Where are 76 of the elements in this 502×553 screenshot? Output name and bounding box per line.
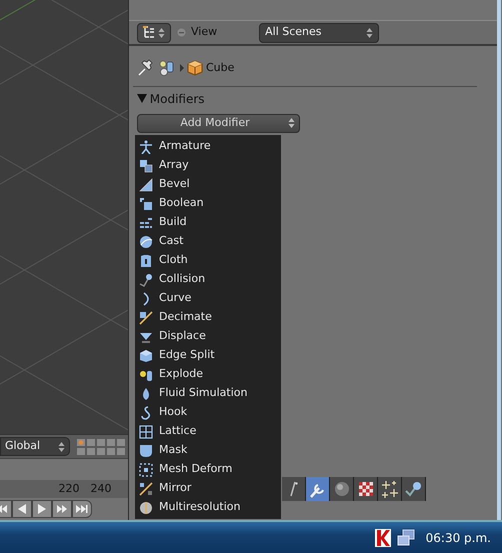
- network-icon[interactable]: [396, 528, 415, 546]
- updown-arrows-icon: [58, 440, 65, 452]
- properties-tab[interactable]: [354, 477, 378, 501]
- menu-item[interactable]: Array: [135, 156, 281, 175]
- pin-icon[interactable]: [137, 59, 155, 77]
- properties-tab[interactable]: [306, 477, 330, 501]
- menu-item[interactable]: Explode: [135, 365, 281, 384]
- bricks-icon: [139, 216, 153, 230]
- pen-icon: [290, 481, 298, 497]
- menu-item[interactable]: Build: [135, 213, 281, 232]
- shield-icon: [139, 444, 153, 458]
- objects-icon: [158, 59, 176, 77]
- view-menu[interactable]: View: [191, 24, 218, 41]
- diagonal-icon: [139, 482, 153, 496]
- menu-item[interactable]: Cloth: [135, 251, 281, 270]
- menu-item[interactable]: Edge Split: [135, 346, 281, 365]
- play-reverse-button[interactable]: [12, 500, 32, 518]
- menu-item[interactable]: Displace: [135, 327, 281, 346]
- cube-icon: [187, 60, 204, 76]
- clock[interactable]: 06:30 p.m.: [426, 528, 491, 546]
- menu-item[interactable]: Mirror: [135, 479, 281, 498]
- play-reverse-icon: [18, 504, 26, 514]
- panel-title[interactable]: Modifiers: [150, 90, 205, 108]
- dotted-square-icon: [139, 462, 153, 476]
- squares-icon: [139, 196, 153, 210]
- add-modifier-button[interactable]: Add Modifier: [137, 114, 300, 133]
- menu-item[interactable]: Lattice: [135, 422, 281, 441]
- rewind-icon: [0, 504, 7, 513]
- properties-tab[interactable]: [378, 477, 402, 501]
- menu-item[interactable]: Curve: [135, 289, 281, 308]
- squares-icon: [139, 158, 153, 172]
- play-button[interactable]: [32, 500, 52, 518]
- diagonal-icon: [139, 310, 153, 324]
- menu-item[interactable]: Hook: [135, 403, 281, 422]
- triangle-icon: [139, 178, 153, 192]
- menu-item[interactable]: Collision: [135, 270, 281, 289]
- menu-item[interactable]: Bevel: [135, 175, 281, 194]
- scenes-select[interactable]: All Scenes: [259, 22, 380, 42]
- properties-tab[interactable]: [330, 477, 354, 501]
- menu-item[interactable]: Cast: [135, 232, 281, 251]
- updown-arrows-icon: [158, 26, 165, 38]
- figure-icon: [139, 140, 153, 154]
- orientation-select[interactable]: Global: [0, 437, 70, 456]
- menu-item[interactable]: Mesh Deform: [135, 460, 281, 479]
- display-mode-button[interactable]: [137, 22, 171, 42]
- antivirus-icon[interactable]: [375, 528, 392, 546]
- checker-icon: [358, 482, 372, 496]
- ball-icon: [139, 272, 153, 286]
- properties-tab[interactable]: [282, 477, 306, 501]
- fast-forward-icon: [57, 504, 67, 513]
- menu-item[interactable]: Boolean: [135, 194, 281, 213]
- ball-icon: [405, 481, 422, 497]
- menu-item[interactable]: Decimate: [135, 308, 281, 327]
- skip-end-icon: [76, 504, 88, 513]
- object-name: Cube: [206, 60, 234, 76]
- frame-number: 240: [90, 480, 112, 497]
- grid-icon: [139, 424, 153, 438]
- jump-end-button[interactable]: [72, 500, 92, 518]
- updown-arrows-icon: [366, 26, 374, 38]
- menu-item[interactable]: Multiresolution: [135, 498, 281, 517]
- cube-icon: [139, 348, 153, 362]
- arrow-icon: [178, 64, 184, 72]
- outline-icon: [143, 26, 156, 39]
- sphere-icon: [139, 234, 153, 248]
- properties-tab[interactable]: [402, 477, 426, 501]
- menu-item[interactable]: Fluid Simulation: [135, 384, 281, 403]
- sphere-icon: [334, 482, 348, 496]
- disclosure-triangle-icon[interactable]: [137, 94, 147, 104]
- frame-number: 220: [58, 480, 80, 497]
- menu-item[interactable]: Mask: [135, 441, 281, 460]
- updown-arrows-icon: [288, 117, 295, 130]
- next-key-button[interactable]: [52, 500, 72, 518]
- menu-item[interactable]: Armature: [135, 137, 281, 156]
- play-icon: [38, 504, 46, 514]
- hook-icon: [139, 406, 153, 420]
- sphere-icon: [139, 500, 153, 514]
